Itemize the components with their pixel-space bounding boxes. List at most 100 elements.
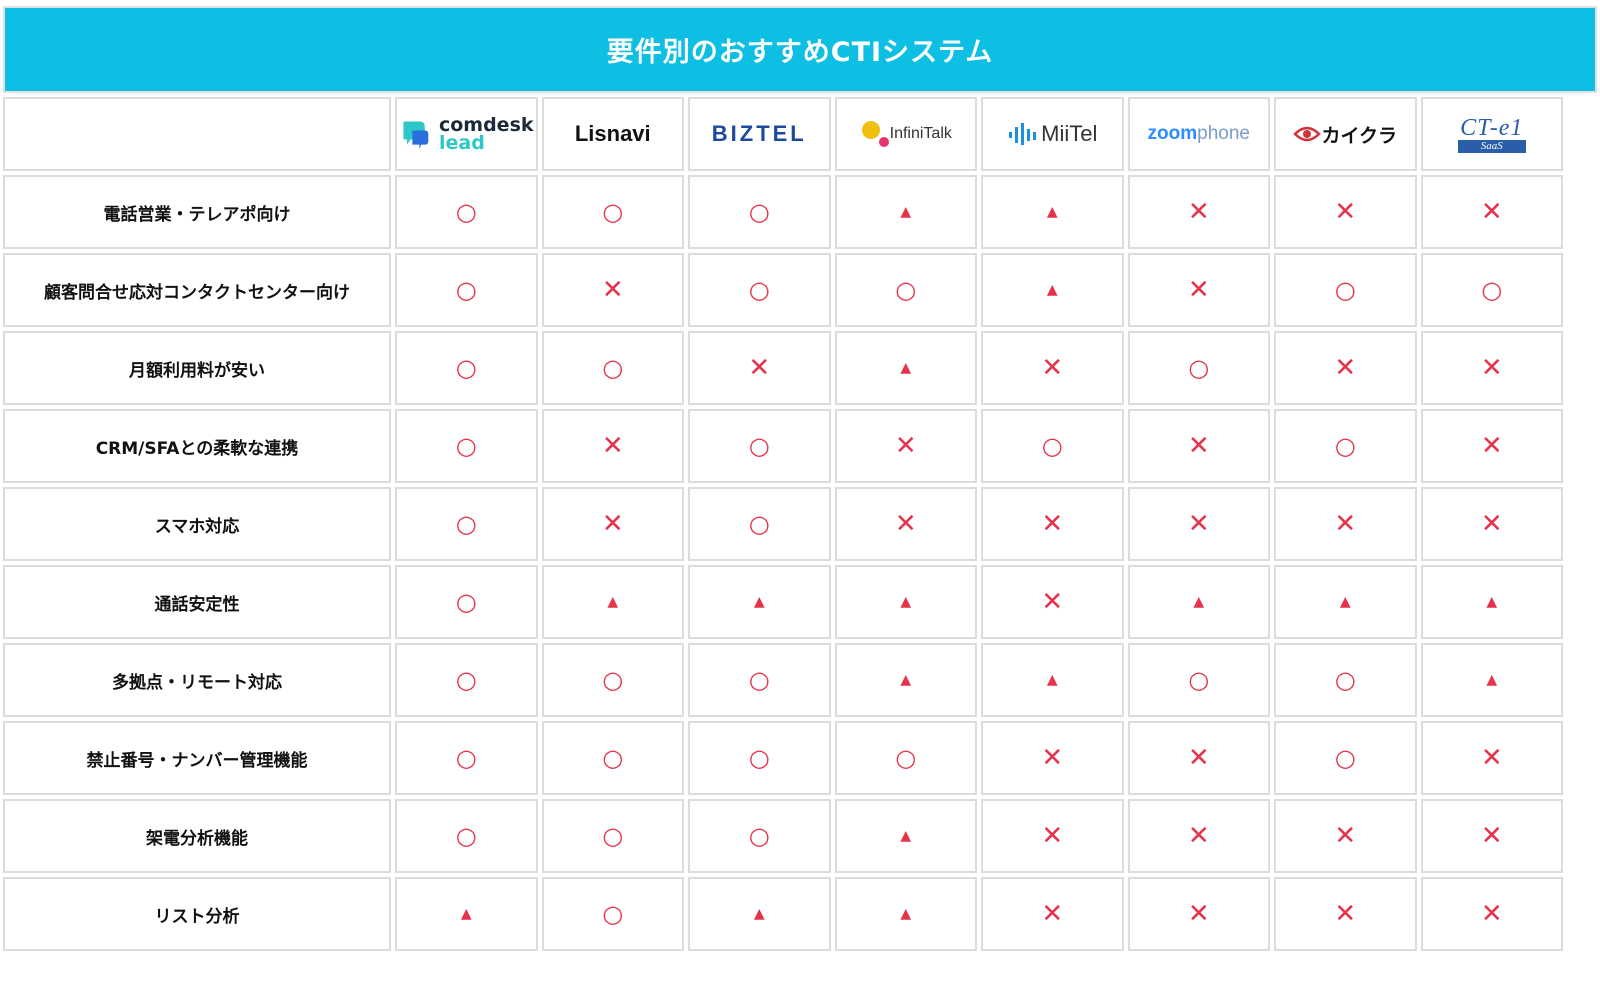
cross-mark-icon: ✕ <box>748 353 771 383</box>
triangle-mark-icon: ▲ <box>900 360 912 376</box>
cross-mark-icon: ✕ <box>1187 899 1210 929</box>
row-label: 月額利用料が安い <box>3 331 391 405</box>
circle-mark-icon: ○ <box>1334 432 1356 460</box>
rating-cell: ▲ <box>981 643 1124 717</box>
triangle-mark-icon: ▲ <box>753 906 765 922</box>
cross-mark-icon: ✕ <box>1187 509 1210 539</box>
rating-cell: ✕ <box>981 487 1124 561</box>
rating-cell: ▲ <box>834 799 977 873</box>
rating-cell: ✕ <box>1127 799 1270 873</box>
circle-mark-icon: ○ <box>602 900 624 928</box>
cross-mark-icon: ✕ <box>1041 587 1064 617</box>
rating-cell: ✕ <box>1274 877 1417 951</box>
rating-cell: ✕ <box>1127 175 1270 249</box>
rating-cell: ✕ <box>1127 877 1270 951</box>
comparison-table: 要件別のおすすめCTIシステム comdesk lead Lisnavi BIZ… <box>0 0 1600 1000</box>
rating-cell: ○ <box>395 721 538 795</box>
ctel-logo-line2: SaaS <box>1457 139 1526 153</box>
circle-mark-icon: ○ <box>748 432 770 460</box>
cross-mark-icon: ✕ <box>1334 509 1357 539</box>
vendor-header-zoomphone: zoom phone <box>1127 97 1270 171</box>
circle-mark-icon: ○ <box>1334 666 1356 694</box>
rating-cell: ○ <box>395 331 538 405</box>
rating-cell: ▲ <box>688 565 831 639</box>
row-label: 顧客問合せ応対コンタクトセンター向け <box>3 253 391 327</box>
rating-cell: ✕ <box>981 799 1124 873</box>
triangle-mark-icon: ▲ <box>1193 594 1205 610</box>
vendor-header-lisnavi: Lisnavi <box>541 97 684 171</box>
cross-mark-icon: ✕ <box>601 275 624 305</box>
rating-cell: ○ <box>1127 331 1270 405</box>
circle-mark-icon: ○ <box>748 198 770 226</box>
cross-mark-icon: ✕ <box>1187 275 1210 305</box>
cross-mark-icon: ✕ <box>894 431 917 461</box>
circle-mark-icon: ○ <box>602 354 624 382</box>
rating-cell: ○ <box>1274 643 1417 717</box>
circle-mark-icon: ○ <box>1334 744 1356 772</box>
rating-cell: ○ <box>1274 253 1417 327</box>
circle-mark-icon: ○ <box>748 666 770 694</box>
cross-mark-icon: ✕ <box>1041 899 1064 929</box>
chat-bubble-icon <box>403 121 429 150</box>
rating-cell: ○ <box>688 409 831 483</box>
cross-mark-icon: ✕ <box>1480 509 1503 539</box>
triangle-mark-icon: ▲ <box>1046 282 1058 298</box>
circle-mark-icon: ○ <box>748 510 770 538</box>
comdesk-logo: comdesk lead <box>399 116 534 153</box>
row-label: 架電分析機能 <box>3 799 391 873</box>
circle-mark-icon: ○ <box>455 822 477 850</box>
cross-mark-icon: ✕ <box>1041 743 1064 773</box>
rating-cell: ✕ <box>1274 487 1417 561</box>
rating-cell: ✕ <box>1127 409 1270 483</box>
rating-cell: ▲ <box>834 331 977 405</box>
rating-cell: ○ <box>395 799 538 873</box>
cross-mark-icon: ✕ <box>1334 197 1357 227</box>
circle-mark-icon: ○ <box>455 744 477 772</box>
triangle-mark-icon: ▲ <box>900 672 912 688</box>
rating-cell: ○ <box>395 175 538 249</box>
rating-cell: ✕ <box>834 409 977 483</box>
rating-cell: ○ <box>688 253 831 327</box>
cross-mark-icon: ✕ <box>1187 821 1210 851</box>
row-label: 通話安定性 <box>3 565 391 639</box>
rating-cell: ▲ <box>1420 643 1563 717</box>
rating-cell: ✕ <box>1420 175 1563 249</box>
kaikura-logo-text: カイクラ <box>1321 124 1398 147</box>
ctel-logo: CT-e1 SaaS <box>1457 116 1526 153</box>
triangle-mark-icon: ▲ <box>1046 204 1058 220</box>
rating-cell: ▲ <box>981 175 1124 249</box>
cross-mark-icon: ✕ <box>1334 821 1357 851</box>
rating-cell: ○ <box>688 175 831 249</box>
rating-cell: ▲ <box>395 877 538 951</box>
rating-cell: ✕ <box>1127 721 1270 795</box>
circle-mark-icon: ○ <box>455 198 477 226</box>
triangle-mark-icon: ▲ <box>1486 594 1498 610</box>
rating-cell: ▲ <box>1420 565 1563 639</box>
row-label: CRM/SFAとの柔軟な連携 <box>3 409 391 483</box>
rating-cell: ✕ <box>1420 487 1563 561</box>
zoomphone-logo-phone: phone <box>1197 123 1250 144</box>
rating-cell: ✕ <box>541 253 684 327</box>
cross-mark-icon: ✕ <box>1480 197 1503 227</box>
rating-cell: ○ <box>981 409 1124 483</box>
cross-mark-icon: ✕ <box>1334 353 1357 383</box>
row-label: 禁止番号・ナンバー管理機能 <box>3 721 391 795</box>
rating-cell: ✕ <box>1127 487 1270 561</box>
rating-cell: ✕ <box>1420 877 1563 951</box>
rating-cell: ▲ <box>834 643 977 717</box>
rating-cell: ○ <box>834 721 977 795</box>
header-empty-cell <box>3 97 391 171</box>
rating-cell: ▲ <box>688 877 831 951</box>
rating-cell: ▲ <box>981 253 1124 327</box>
circle-mark-icon: ○ <box>748 276 770 304</box>
rating-cell: ▲ <box>834 565 977 639</box>
rating-cell: ✕ <box>981 331 1124 405</box>
rating-cell: ○ <box>541 643 684 717</box>
triangle-mark-icon: ▲ <box>1046 672 1058 688</box>
rating-cell: ✕ <box>981 721 1124 795</box>
cross-mark-icon: ✕ <box>1041 509 1064 539</box>
rating-cell: ○ <box>395 409 538 483</box>
circle-mark-icon: ○ <box>455 276 477 304</box>
rating-cell: ✕ <box>981 877 1124 951</box>
cross-mark-icon: ✕ <box>1041 353 1064 383</box>
